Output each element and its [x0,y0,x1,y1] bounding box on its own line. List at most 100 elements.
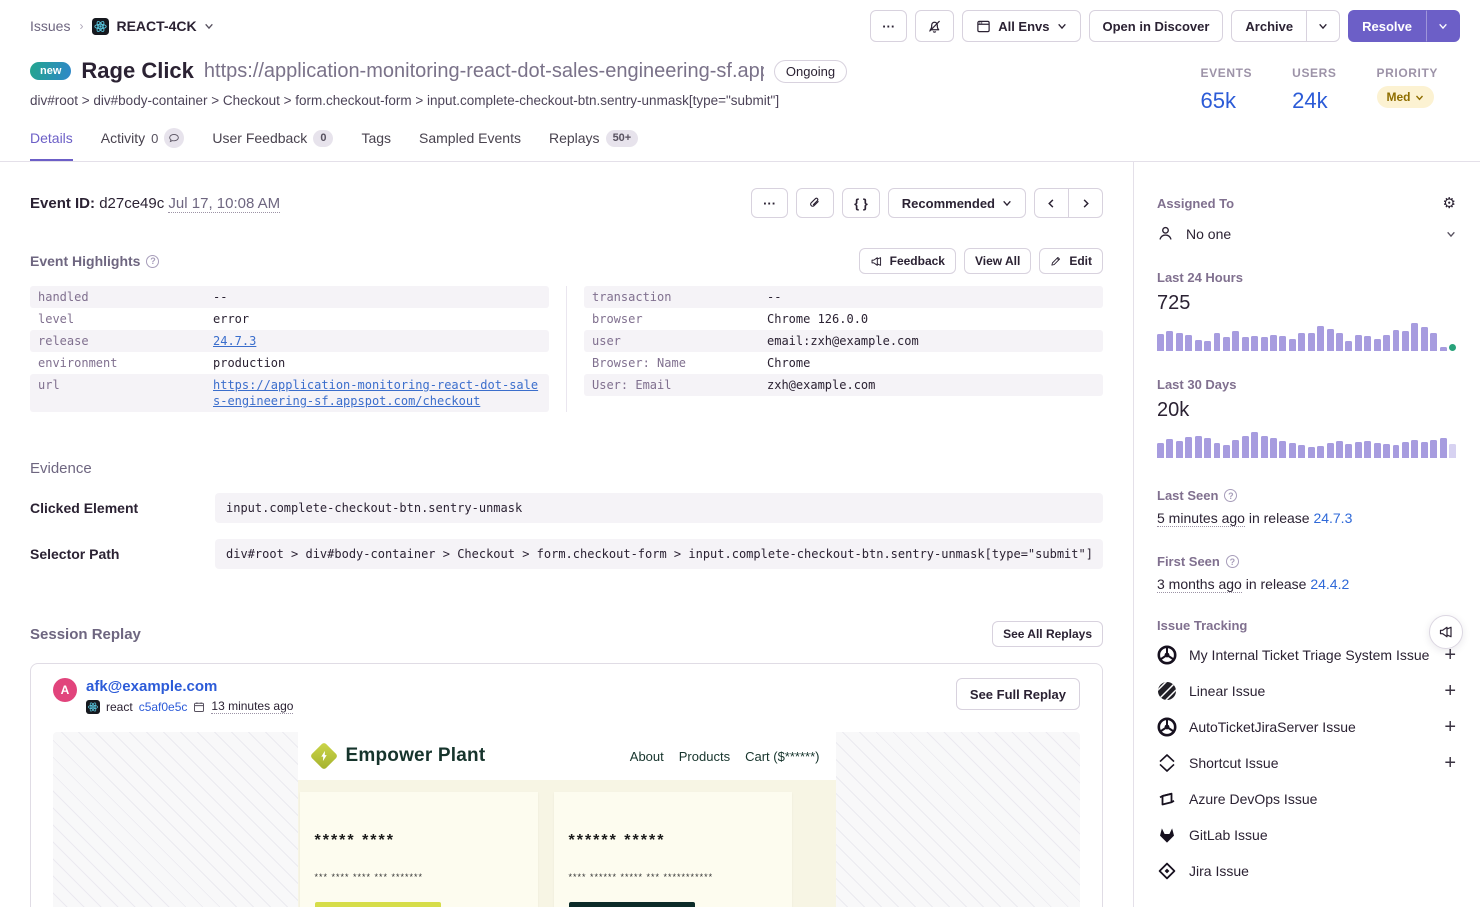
last-30-days-chart [1157,430,1456,458]
highlight-key: Browser: Name [592,355,767,371]
last-seen-release-link[interactable]: 24.7.3 [1313,510,1352,526]
chart-bar [1176,333,1183,351]
chart-bar [1402,442,1409,458]
replay-site-nav-item: About [630,749,664,764]
help-icon[interactable] [1226,555,1239,568]
priority-dropdown[interactable]: Med [1377,86,1434,108]
chart-bar [1317,326,1324,351]
issue-tracking-item[interactable]: AutoTicketJiraServer Issue+ [1157,709,1456,745]
chart-bar [1242,436,1249,458]
highlight-row: handled-- [30,286,549,308]
edit-highlights-button[interactable]: Edit [1039,248,1103,274]
chart-bar [1279,441,1286,458]
tab-sampled-events[interactable]: Sampled Events [419,128,521,161]
chart-bar [1449,444,1456,458]
chart-bar [1411,440,1418,458]
chart-bar [1393,330,1400,351]
edit-button-label: Edit [1069,254,1092,268]
tab-user-feedback[interactable]: User Feedback0 [212,128,333,161]
issue-tracking-item[interactable]: Azure DevOps Issue [1157,781,1456,817]
chart-bar [1317,446,1324,458]
status-badge: Ongoing [774,60,847,83]
highlight-key: environment [38,355,213,371]
previous-event-button[interactable] [1034,188,1069,218]
replay-time-ago[interactable]: 13 minutes ago [211,699,293,714]
issue-tracking-item[interactable]: My Internal Ticket Triage System Issue+ [1157,637,1456,673]
chart-bar [1166,331,1173,351]
gear-icon[interactable]: ⚙ [1443,196,1456,211]
replay-site-nav-item: Products [679,749,730,764]
live-indicator-dot [1449,344,1456,351]
assignee-selector[interactable]: No one [1157,225,1456,242]
chevron-down-icon [204,21,214,31]
assignee-value: No one [1186,226,1446,242]
events-stat-value[interactable]: 65k [1201,88,1253,114]
issue-tracking-item[interactable]: GitLab Issue [1157,817,1456,853]
issue-tracking-item[interactable]: Linear Issue+ [1157,673,1456,709]
replay-user-email-link[interactable]: afk@example.com [86,678,293,695]
resolve-dropdown-button[interactable] [1426,10,1460,42]
see-full-replay-button[interactable]: See Full Replay [956,678,1080,710]
highlight-value[interactable]: https://application-monitoring-react-dot… [213,377,541,409]
session-replay-title: Session Replay [30,626,141,643]
event-id-value: d27ce49c [99,195,164,212]
help-icon[interactable] [1224,489,1237,502]
event-id: Event ID: d27ce49c Jul 17, 10:08 AM [30,195,280,212]
floating-feedback-button[interactable] [1429,615,1463,649]
highlight-row: urlhttps://application-monitoring-react-… [30,374,549,412]
add-issue-button[interactable]: + [1444,681,1456,701]
breadcrumb-project[interactable]: REACT-4CK [92,18,213,35]
tab-badge: 0 [313,130,333,147]
assigned-to-title: Assigned To [1157,196,1234,211]
highlight-value[interactable]: 24.7.3 [213,333,256,349]
linear-icon [1157,681,1177,701]
tab-details[interactable]: Details [30,128,73,161]
shortcut-icon [1157,753,1177,773]
replay-id-link[interactable]: c5af0e5c [139,700,188,714]
highlight-value: Chrome [767,355,810,371]
issue-tracking-item[interactable]: Shortcut Issue+ [1157,745,1456,781]
environment-selector[interactable]: All Envs [962,10,1080,42]
event-selector-dropdown[interactable]: Recommended [888,188,1026,218]
archive-dropdown-button[interactable] [1307,10,1340,42]
view-all-button[interactable]: View All [964,248,1031,274]
add-issue-button[interactable]: + [1444,753,1456,773]
last-24-hours-count: 725 [1157,292,1456,315]
first-seen-time[interactable]: 3 months ago [1157,576,1242,593]
last-30-days-title: Last 30 Days [1157,377,1456,392]
open-in-discover-button[interactable]: Open in Discover [1089,10,1224,42]
megaphone-icon [870,255,883,268]
chevron-right-icon [1080,198,1091,209]
chart-bar [1176,441,1183,458]
react-project-icon [86,700,100,714]
users-stat-value[interactable]: 24k [1292,88,1336,114]
more-options-button[interactable]: ··· [870,10,907,42]
event-more-button[interactable]: ··· [751,188,788,218]
next-event-button[interactable] [1069,188,1103,218]
chart-bar [1364,336,1371,351]
tab-replays[interactable]: Replays50+ [549,128,638,161]
help-icon[interactable] [146,255,159,268]
tab-activity[interactable]: Activity0 [101,128,185,161]
breadcrumb-issues-link[interactable]: Issues [30,18,70,34]
mute-notifications-button[interactable] [915,10,954,42]
replay-preview[interactable]: Empower Plant AboutProductsCart ($******… [53,732,1080,907]
add-issue-button[interactable]: + [1444,717,1456,737]
json-button[interactable]: { } [842,188,880,218]
feedback-button[interactable]: Feedback [859,248,956,274]
tab-tags[interactable]: Tags [361,128,391,161]
issue-tracking-item[interactable]: Jira Issue [1157,853,1456,889]
replay-product-title: ****** ***** [569,832,777,850]
first-seen-release-link[interactable]: 24.4.2 [1310,576,1349,592]
chart-bar [1430,333,1437,351]
last-seen-mid: in release [1249,510,1310,526]
last-seen-time[interactable]: 5 minutes ago [1157,510,1245,527]
archive-button[interactable]: Archive [1231,10,1307,42]
attachments-button[interactable] [796,188,834,218]
event-timestamp[interactable]: Jul 17, 10:08 AM [168,195,280,213]
evidence-title: Evidence [30,460,1103,477]
see-all-replays-button[interactable]: See All Replays [992,621,1103,647]
highlight-key: browser [592,311,767,327]
resolve-button[interactable]: Resolve [1348,10,1426,42]
chart-bar [1251,336,1258,351]
